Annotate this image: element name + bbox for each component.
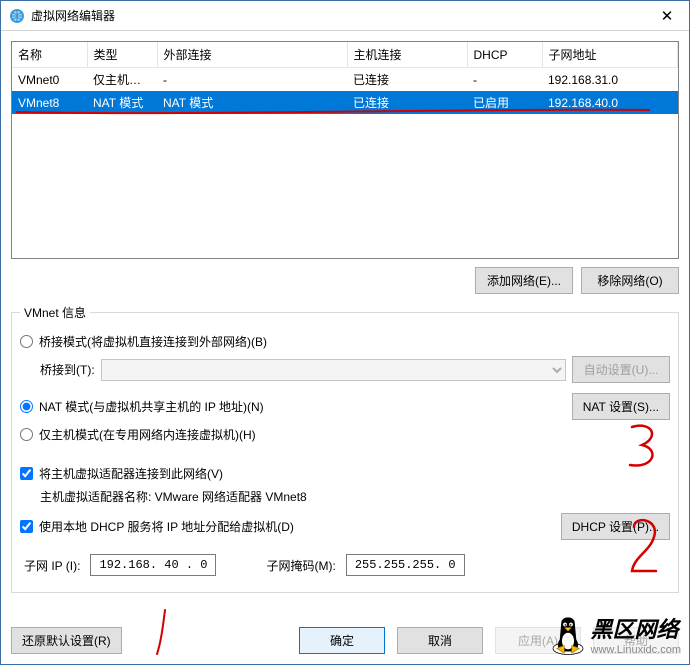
network-buttons: 添加网络(E)... 移除网络(O) [11, 267, 679, 294]
radio-nat-label: NAT 模式(与虚拟机共享主机的 IP 地址)(N) [39, 398, 264, 415]
remove-network-button[interactable]: 移除网络(O) [581, 267, 679, 294]
radio-hostonly-input[interactable] [20, 428, 33, 441]
radio-nat-input[interactable] [20, 400, 33, 413]
subnet-ip-input[interactable]: 192.168. 40 . 0 [90, 554, 216, 576]
close-icon: ✕ [661, 7, 674, 25]
window-title: 虚拟网络编辑器 [31, 7, 645, 24]
radio-bridged-input[interactable] [20, 335, 33, 348]
vmnet-info-group: VMnet 信息 桥接模式(将虚拟机直接连接到外部网络)(B) 桥接到(T): … [11, 304, 679, 593]
bridged-to-row: 桥接到(T): 自动设置(U)... [40, 356, 670, 383]
cell-ext: - [157, 68, 347, 92]
col-host[interactable]: 主机连接 [347, 42, 467, 68]
col-type[interactable]: 类型 [87, 42, 157, 68]
bridged-to-select [101, 359, 566, 381]
restore-defaults-button[interactable]: 还原默认设置(R) [11, 627, 122, 654]
col-name[interactable]: 名称 [12, 42, 87, 68]
col-dhcp[interactable]: DHCP [467, 42, 542, 68]
networks-table[interactable]: 名称 类型 外部连接 主机连接 DHCP 子网地址 VMnet0 仅主机… - … [11, 41, 679, 259]
nat-settings-button[interactable]: NAT 设置(S)... [572, 393, 670, 420]
apply-button[interactable]: 应用(A) [495, 627, 581, 654]
radio-nat[interactable]: NAT 模式(与虚拟机共享主机的 IP 地址)(N) [20, 398, 264, 415]
auto-settings-button: 自动设置(U)... [572, 356, 670, 383]
cell-dhcp: - [467, 68, 542, 92]
dialog-window: 虚拟网络编辑器 ✕ 名称 类型 外部连接 主机连接 DHCP 子网地址 VMne… [0, 0, 690, 665]
check-host-adapter[interactable]: 将主机虚拟适配器连接到此网络(V) [20, 465, 670, 482]
nat-row: NAT 模式(与虚拟机共享主机的 IP 地址)(N) NAT 设置(S)... [20, 393, 670, 420]
subnet-mask-label: 子网掩码(M): [266, 557, 335, 574]
check-host-adapter-label: 将主机虚拟适配器连接到此网络(V) [39, 465, 223, 482]
check-host-adapter-input[interactable] [20, 467, 33, 480]
cancel-button[interactable]: 取消 [397, 627, 483, 654]
bridged-to-label: 桥接到(T): [40, 361, 95, 378]
table-header: 名称 类型 外部连接 主机连接 DHCP 子网地址 [12, 42, 678, 68]
subnet-ip-label: 子网 IP (I): [24, 557, 80, 574]
annotation-underline [14, 104, 654, 118]
cell-name: VMnet0 [12, 68, 87, 92]
vmnet-info-legend: VMnet 信息 [20, 304, 90, 321]
radio-hostonly-label: 仅主机模式(在专用网络内连接虚拟机)(H) [39, 426, 256, 443]
add-network-button[interactable]: 添加网络(E)... [475, 267, 573, 294]
col-subnet[interactable]: 子网地址 [542, 42, 678, 68]
radio-hostonly[interactable]: 仅主机模式(在专用网络内连接虚拟机)(H) [20, 426, 670, 443]
annotation-1 [153, 608, 175, 658]
host-adapter-name: 主机虚拟适配器名称: VMware 网络适配器 VMnet8 [40, 488, 670, 505]
check-dhcp-label: 使用本地 DHCP 服务将 IP 地址分配给虚拟机(D) [39, 518, 294, 535]
ip-row: 子网 IP (I): 192.168. 40 . 0 子网掩码(M): 255.… [24, 554, 670, 576]
titlebar: 虚拟网络编辑器 ✕ [1, 1, 689, 31]
cell-type: 仅主机… [87, 68, 157, 92]
check-dhcp[interactable]: 使用本地 DHCP 服务将 IP 地址分配给虚拟机(D) [20, 518, 294, 535]
content-area: 名称 类型 外部连接 主机连接 DHCP 子网地址 VMnet0 仅主机… - … [1, 31, 689, 617]
cell-subnet: 192.168.31.0 [542, 68, 678, 92]
app-icon [9, 8, 25, 24]
radio-bridged[interactable]: 桥接模式(将虚拟机直接连接到外部网络)(B) [20, 333, 670, 350]
dhcp-settings-button[interactable]: DHCP 设置(P)... [561, 513, 670, 540]
cell-host: 已连接 [347, 68, 467, 92]
help-button[interactable]: 帮助 [593, 627, 679, 654]
radio-bridged-label: 桥接模式(将虚拟机直接连接到外部网络)(B) [39, 333, 267, 350]
col-ext[interactable]: 外部连接 [157, 42, 347, 68]
subnet-mask-input[interactable]: 255.255.255. 0 [346, 554, 465, 576]
dhcp-row: 使用本地 DHCP 服务将 IP 地址分配给虚拟机(D) DHCP 设置(P).… [20, 513, 670, 540]
ok-button[interactable]: 确定 [299, 627, 385, 654]
bottom-bar: 还原默认设置(R) 确定 取消 应用(A) 帮助 [1, 617, 689, 664]
close-button[interactable]: ✕ [645, 1, 689, 30]
table-row[interactable]: VMnet0 仅主机… - 已连接 - 192.168.31.0 [12, 68, 678, 92]
check-dhcp-input[interactable] [20, 520, 33, 533]
